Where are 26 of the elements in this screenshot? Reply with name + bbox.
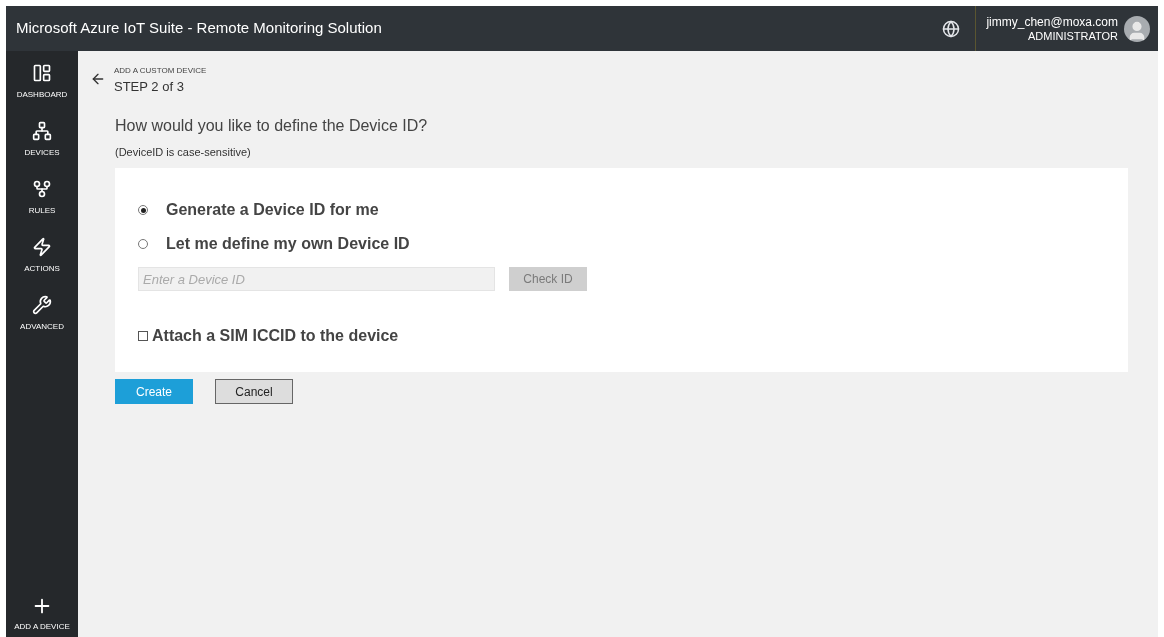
step-label: STEP 2 of 3 xyxy=(114,78,185,96)
fork-icon xyxy=(32,179,52,199)
device-id-field[interactable]: Enter a Device ID xyxy=(138,267,495,291)
sidebar-item[interactable]: DASHBOARD xyxy=(16,63,68,121)
question-heading: How would you like to define the Device ID? xyxy=(115,115,429,136)
sidebar-item[interactable]: ADVANCED xyxy=(20,295,64,353)
user-email: jimmy_chen@moxa.com xyxy=(986,14,1118,29)
sidebar-item[interactable]: DEVICES xyxy=(24,121,60,179)
dashboard-icon xyxy=(32,63,52,83)
wrench-icon xyxy=(32,295,52,315)
radio-option[interactable]: Generate a Device ID for me xyxy=(138,193,1128,227)
sim-checkbox-option[interactable]: Attach a SIM ICCID to the device xyxy=(138,324,1128,348)
checkbox[interactable] xyxy=(138,331,148,341)
lightning-icon xyxy=(32,237,52,257)
avatar-icon[interactable] xyxy=(1124,15,1150,42)
sidebar-item[interactable]: ACTIONS xyxy=(24,237,60,295)
breadcrumb: ADD A CUSTOM DEVICE xyxy=(114,65,207,77)
add-device-button[interactable]: ADD A DEVICE xyxy=(14,595,70,633)
radio-option[interactable]: Let me define my own Device ID xyxy=(138,227,1128,261)
globe-icon[interactable] xyxy=(942,19,961,38)
network-icon xyxy=(32,121,52,141)
user-role: ADMINISTRATOR xyxy=(1027,29,1118,43)
sidebar-item[interactable]: RULES xyxy=(28,179,56,237)
cancel-button[interactable]: Cancel xyxy=(215,379,293,404)
app-title: Microsoft Azure IoT Suite - Remote Monitoring Solution xyxy=(16,18,382,39)
note-text: (DeviceID is case-sensitive) xyxy=(115,144,252,160)
